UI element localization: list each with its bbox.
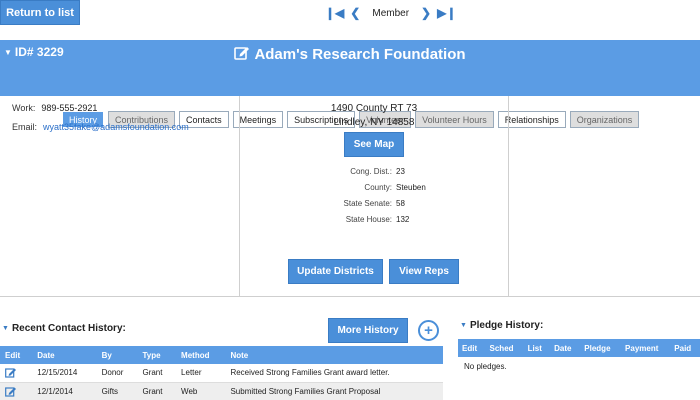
navigator-label: Member	[372, 7, 410, 19]
district-value: 58	[396, 199, 405, 208]
cell-note: Received Strong Families Grant award let…	[225, 364, 443, 383]
cell-by: Gifts	[96, 382, 138, 400]
edit-pencil-icon[interactable]	[5, 386, 27, 397]
cell-type: Grant	[137, 382, 177, 400]
column-divider	[508, 96, 509, 297]
edit-pencil-icon[interactable]	[234, 45, 250, 64]
cell-method: Letter	[176, 364, 226, 383]
edit-pencil-icon[interactable]	[5, 367, 27, 378]
column-header: Sched	[485, 339, 524, 357]
table-row: 12/15/2014 Donor Grant Letter Received Stron…	[0, 364, 443, 383]
column-header: By	[96, 346, 138, 364]
record-navigator: ❙◀ ❮ Member ❯ ▶❙	[325, 6, 456, 20]
district-value: Steuben	[396, 183, 426, 192]
district-label: Cong. Dist.:	[350, 167, 392, 176]
more-history-button[interactable]: More History	[328, 318, 408, 343]
column-header: Pledge	[580, 339, 622, 357]
email-link[interactable]: wyatt35fake@adamsfoundation.com	[43, 122, 189, 132]
see-map-button[interactable]: See Map	[344, 132, 404, 157]
column-header: Note	[225, 346, 443, 364]
column-header: Payment	[621, 339, 671, 357]
next-record-icon[interactable]: ❯	[421, 7, 431, 19]
record-header: ▼ ID# 3229 Adam's Research Foundation Hi…	[0, 40, 700, 128]
district-label: County:	[364, 183, 392, 192]
collapse-triangle-icon: ▼	[2, 325, 9, 332]
update-districts-button[interactable]: Update Districts	[288, 259, 383, 284]
district-row: State Senate: 58	[240, 199, 508, 208]
table-header-row: Edit Sched List Date Pledge Payment Paid	[458, 339, 700, 357]
district-value: 132	[396, 215, 410, 224]
cell-note: Submitted Strong Families Grant Proposal	[225, 382, 443, 400]
cell-type: Grant	[137, 364, 177, 383]
contact-history-table: Edit Date By Type Method Note 12/15/2014 Donor…	[0, 346, 443, 400]
column-header: Paid	[670, 339, 700, 357]
column-header: Edit	[458, 339, 486, 357]
record-id-text: ID# 3229	[14, 45, 64, 59]
first-record-icon[interactable]: ❙◀	[325, 7, 344, 19]
column-header: Date	[32, 346, 97, 364]
work-label: Work:	[12, 103, 36, 113]
district-row: Cong. Dist.: 23	[240, 167, 508, 176]
column-header: List	[523, 339, 551, 357]
cell-by: Donor	[96, 364, 138, 383]
address-line1: 1490 County RT 73	[330, 103, 418, 114]
column-header: Type	[137, 346, 177, 364]
previous-record-icon[interactable]: ❮	[350, 7, 360, 19]
work-phone-row: Work: 989-555-2921	[12, 103, 97, 113]
pledge-history-title-text: Pledge History:	[469, 320, 544, 331]
org-name: Adam's Research Foundation	[254, 46, 466, 63]
table-row: 12/1/2014 Gifts Grant Web Submitted Strong F…	[0, 382, 443, 400]
district-row: County: Steuben	[240, 183, 508, 192]
view-reps-button[interactable]: View Reps	[389, 259, 459, 284]
add-contact-history-icon[interactable]: +	[418, 320, 439, 341]
no-pledges-message: No pledges.	[464, 362, 507, 371]
district-label: State Senate:	[343, 199, 392, 208]
last-record-icon[interactable]: ▶❙	[437, 7, 456, 19]
email-label: Email:	[12, 122, 38, 132]
email-row: Email: wyatt35fake@adamsfoundation.com	[12, 122, 189, 132]
column-header: Edit	[0, 346, 33, 364]
pledge-history-title[interactable]: ▼ Pledge History:	[460, 320, 543, 331]
collapse-triangle-icon: ▼	[460, 322, 467, 329]
pledge-history-table: Edit Sched List Date Pledge Payment Paid	[458, 339, 700, 357]
contact-history-title-text: Recent Contact History:	[11, 323, 126, 334]
work-phone-value: 989-555-2921	[41, 103, 98, 113]
collapse-triangle-icon: ▼	[4, 47, 12, 57]
edit-cell	[0, 364, 33, 383]
cell-date: 12/15/2014	[32, 364, 97, 383]
record-id[interactable]: ▼ ID# 3229	[4, 45, 64, 59]
return-to-list-button[interactable]: Return to list	[0, 0, 80, 25]
table-header-row: Edit Date By Type Method Note	[0, 346, 443, 364]
district-label: State House:	[345, 215, 392, 224]
edit-cell	[0, 382, 33, 400]
contact-history-title[interactable]: ▼ Recent Contact History:	[2, 323, 126, 334]
cell-method: Web	[176, 382, 226, 400]
column-header: Method	[176, 346, 226, 364]
district-value: 23	[396, 167, 405, 176]
district-row: State House: 132	[240, 215, 508, 224]
org-title: Adam's Research Foundation	[0, 45, 700, 64]
address-line2: Lindley, NY 14858	[333, 117, 415, 128]
cell-date: 12/1/2014	[32, 382, 97, 400]
column-header: Date	[550, 339, 581, 357]
